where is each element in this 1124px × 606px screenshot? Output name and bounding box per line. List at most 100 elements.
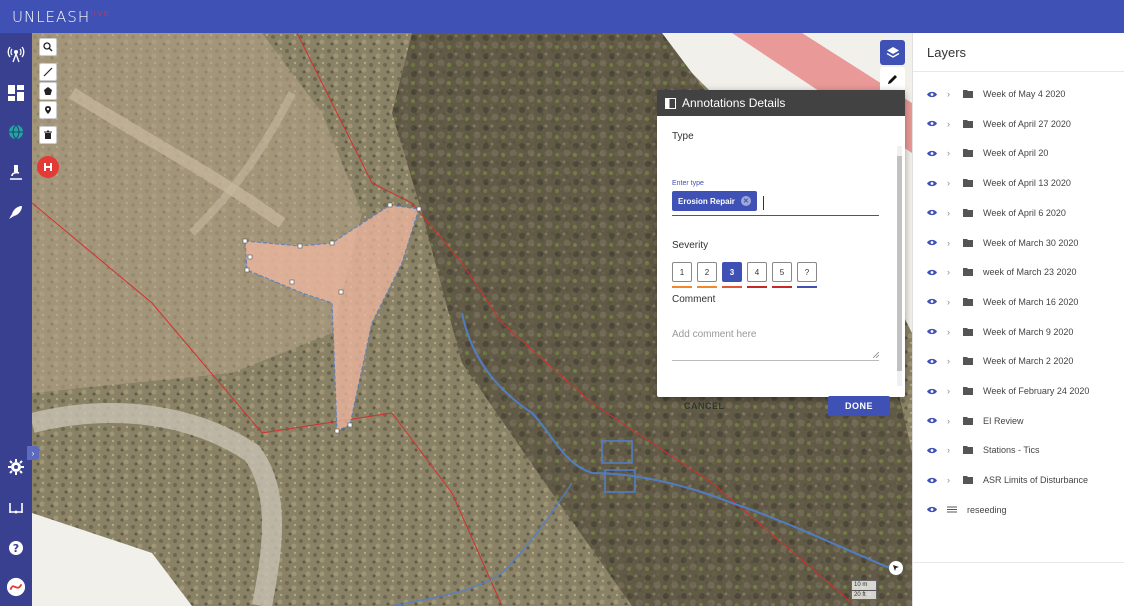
folder-icon bbox=[963, 268, 973, 277]
layer-item[interactable]: › Week of April 6 2020 bbox=[927, 205, 1066, 221]
severity-option-3[interactable]: 3 bbox=[722, 262, 742, 282]
eye-icon[interactable] bbox=[927, 505, 937, 515]
severity-option-5[interactable]: 5 bbox=[772, 262, 792, 282]
eye-icon[interactable] bbox=[927, 148, 937, 158]
eye-icon[interactable] bbox=[927, 267, 937, 277]
layer-label: Week of May 4 2020 bbox=[983, 89, 1066, 99]
eye-icon[interactable] bbox=[927, 89, 937, 99]
layer-item[interactable]: › ASR Limits of Disturbance bbox=[927, 472, 1088, 488]
chevron-right-icon[interactable]: › bbox=[947, 267, 955, 277]
pencil-icon bbox=[888, 75, 897, 84]
collapse-toggle[interactable]: › bbox=[27, 446, 39, 460]
cancel-button[interactable]: CANCEL bbox=[684, 401, 725, 411]
draw-marker-button[interactable] bbox=[39, 101, 57, 119]
eye-icon[interactable] bbox=[927, 416, 937, 426]
draw-line-button[interactable] bbox=[39, 63, 57, 81]
severity-option-2[interactable]: 2 bbox=[697, 262, 717, 282]
save-button[interactable] bbox=[37, 156, 59, 178]
layers-icon bbox=[886, 46, 899, 58]
severity-color-bar bbox=[722, 286, 742, 288]
chevron-right-icon[interactable]: › bbox=[947, 208, 955, 218]
severity-option-unknown[interactable]: ? bbox=[797, 262, 817, 282]
type-input-underline bbox=[672, 215, 879, 216]
chevron-right-icon[interactable]: › bbox=[947, 327, 955, 337]
scale-metric: 10 m bbox=[854, 582, 868, 588]
trash-icon bbox=[44, 130, 52, 139]
signal-tower-icon[interactable] bbox=[6, 44, 26, 64]
panel-scrollbar[interactable] bbox=[897, 146, 902, 386]
severity-color-bar bbox=[672, 286, 692, 288]
done-button[interactable]: DONE bbox=[828, 396, 890, 416]
resize-handle-icon[interactable] bbox=[873, 352, 879, 358]
layer-item[interactable]: › Week of April 13 2020 bbox=[927, 175, 1071, 191]
top-bar: UNLEASHlive bbox=[0, 0, 1124, 33]
layer-item[interactable]: › Week of April 27 2020 bbox=[927, 116, 1071, 132]
layer-item[interactable]: › Stations - Tics bbox=[927, 442, 1040, 458]
layer-item[interactable]: reseeding bbox=[927, 502, 1007, 518]
draw-polygon-button[interactable] bbox=[39, 82, 57, 100]
type-input[interactable] bbox=[763, 196, 764, 210]
delete-button[interactable] bbox=[39, 126, 57, 144]
rocket-icon[interactable] bbox=[6, 202, 26, 222]
eye-icon[interactable] bbox=[927, 297, 937, 307]
help-icon[interactable]: ? bbox=[6, 538, 26, 558]
eye-icon[interactable] bbox=[927, 208, 937, 218]
chevron-right-icon[interactable]: › bbox=[947, 356, 955, 366]
chevron-right-icon[interactable]: › bbox=[947, 386, 955, 396]
scrollbar-thumb[interactable] bbox=[897, 156, 902, 371]
layer-item[interactable]: › Week of March 9 2020 bbox=[927, 324, 1073, 340]
layer-item[interactable]: › Week of April 20 bbox=[927, 145, 1048, 161]
severity-option-4[interactable]: 4 bbox=[747, 262, 767, 282]
chevron-right-icon[interactable]: › bbox=[947, 148, 955, 158]
eye-icon[interactable] bbox=[927, 178, 937, 188]
chevron-right-icon[interactable]: › bbox=[947, 119, 955, 129]
chevron-right-icon[interactable]: › bbox=[947, 297, 955, 307]
eye-icon[interactable] bbox=[927, 327, 937, 337]
chevron-right-icon[interactable]: › bbox=[947, 416, 955, 426]
app-logo[interactable]: UNLEASHlive bbox=[12, 8, 110, 26]
network-icon[interactable] bbox=[6, 498, 26, 518]
layer-item[interactable]: › Week of March 2 2020 bbox=[927, 353, 1073, 369]
layer-item[interactable]: › Week of May 4 2020 bbox=[927, 86, 1065, 102]
layer-label: Week of March 2 2020 bbox=[983, 356, 1074, 367]
comment-input[interactable]: Add comment here bbox=[672, 329, 757, 340]
map-pin-icon bbox=[45, 106, 51, 114]
details-icon bbox=[665, 97, 676, 109]
chevron-right-icon[interactable]: › bbox=[947, 89, 955, 99]
reset-north-button[interactable] bbox=[889, 561, 903, 575]
chip-label: Erosion Repair bbox=[678, 196, 735, 206]
layer-item[interactable]: › week of March 23 2020 bbox=[927, 264, 1077, 280]
severity-option-1[interactable]: 1 bbox=[672, 262, 692, 282]
user-avatar[interactable] bbox=[6, 577, 26, 597]
globe-icon[interactable] bbox=[6, 122, 26, 142]
layer-item[interactable]: › Week of March 30 2020 bbox=[927, 235, 1078, 251]
layer-item[interactable]: › Week of February 24 2020 bbox=[927, 383, 1089, 399]
chevron-right-icon[interactable]: › bbox=[947, 475, 955, 485]
layer-item[interactable]: › Week of March 16 2020 bbox=[927, 294, 1078, 310]
folder-icon bbox=[963, 297, 973, 306]
folder-icon bbox=[963, 476, 973, 485]
chip-remove-icon[interactable]: ✕ bbox=[740, 196, 751, 206]
eye-icon[interactable] bbox=[927, 356, 937, 366]
edit-button[interactable] bbox=[880, 67, 905, 92]
layer-label: Week of April 6 2020 bbox=[983, 207, 1066, 218]
type-chip[interactable]: Erosion Repair ✕ bbox=[672, 191, 757, 211]
polygon-icon bbox=[44, 87, 52, 95]
eye-icon[interactable] bbox=[927, 238, 937, 248]
eye-icon[interactable] bbox=[927, 475, 937, 485]
dashboard-icon[interactable] bbox=[6, 83, 26, 103]
eye-icon[interactable] bbox=[927, 445, 937, 455]
line-icon bbox=[43, 67, 53, 77]
chevron-right-icon[interactable]: › bbox=[947, 178, 955, 188]
eye-icon[interactable] bbox=[927, 386, 937, 396]
eye-icon[interactable] bbox=[927, 119, 937, 129]
layers-toggle-button[interactable] bbox=[880, 40, 905, 65]
comment-underline bbox=[672, 360, 879, 361]
layer-label: Week of February 24 2020 bbox=[983, 386, 1090, 396]
search-tool-button[interactable] bbox=[39, 38, 57, 56]
chevron-right-icon[interactable]: › bbox=[947, 238, 955, 248]
settings-icon[interactable] bbox=[6, 457, 26, 477]
chevron-right-icon[interactable]: › bbox=[947, 445, 955, 455]
layer-item[interactable]: › EI Review bbox=[927, 413, 1024, 429]
microscope-icon[interactable] bbox=[6, 162, 26, 182]
